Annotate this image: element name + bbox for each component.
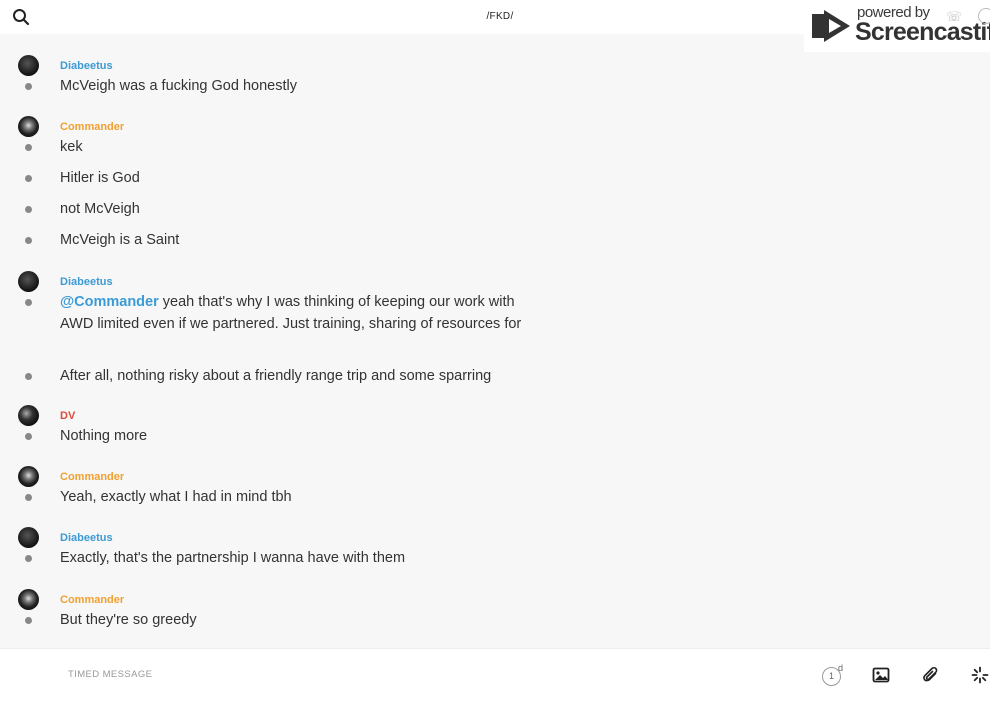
avatar[interactable] [18, 589, 39, 610]
message-text-clipped: @Commander yeah that's why I was thinkin… [60, 291, 550, 337]
message-dot [25, 175, 32, 182]
message-text: Hitler is God [60, 170, 140, 186]
author-name[interactable]: Commander [60, 594, 124, 606]
list-item: not McVeigh [0, 198, 990, 220]
message-dot [25, 555, 32, 562]
list-item: Yeah, exactly what I had in mind tbh [0, 486, 990, 508]
message-text: McVeigh was a fucking God honestly [60, 78, 297, 94]
sparkle-icon[interactable] [971, 666, 989, 684]
list-item: McVeigh was a fucking God honestly [0, 75, 990, 97]
avatar[interactable] [18, 405, 39, 426]
avatar[interactable] [18, 271, 39, 292]
message-dot [25, 433, 32, 440]
screencastify-logo-icon [812, 10, 850, 42]
info-icon[interactable] [978, 8, 990, 24]
author-name[interactable]: Diabeetus [60, 532, 113, 544]
list-item: @Commander yeah that's why I was thinkin… [0, 291, 990, 337]
message-dot [25, 237, 32, 244]
watermark-line2: Screencastify [855, 18, 990, 46]
image-icon[interactable] [872, 666, 890, 684]
screencastify-watermark: powered by Screencastify ☏ [804, 0, 990, 52]
message-dot [25, 494, 32, 501]
message-dot [25, 83, 32, 90]
message-text: McVeigh is a Saint [60, 232, 180, 248]
avatar[interactable] [18, 527, 39, 548]
message-text: After all, nothing risky about a friendl… [60, 368, 492, 384]
message-text: kek [60, 139, 83, 155]
list-item: After all, nothing risky about a friendl… [0, 365, 990, 387]
composer-bar: TIMED MESSAGE 1 d [0, 648, 990, 701]
list-item: kek [0, 136, 990, 158]
author-name[interactable]: DV [60, 410, 75, 422]
message-text: Exactly, that's the partnership I wanna … [60, 550, 406, 566]
user-mention[interactable]: @Commander [60, 294, 159, 310]
message-text: Nothing more [60, 428, 148, 444]
list-item: Hitler is God [0, 167, 990, 189]
avatar[interactable] [18, 55, 39, 76]
message-dot [25, 299, 32, 306]
author-name[interactable]: Commander [60, 121, 124, 133]
list-item: But they're so greedy [0, 609, 990, 631]
message-dot [25, 144, 32, 151]
message-dot [25, 373, 32, 380]
list-item: Exactly, that's the partnership I wanna … [0, 547, 990, 569]
timed-message-input[interactable]: TIMED MESSAGE [68, 669, 152, 680]
avatar[interactable] [18, 116, 39, 137]
author-name[interactable]: Commander [60, 471, 124, 483]
author-name[interactable]: Diabeetus [60, 276, 113, 288]
phone-icon[interactable]: ☏ [946, 9, 962, 25]
attachment-icon[interactable] [922, 666, 940, 684]
message-text: But they're so greedy [60, 612, 197, 628]
avatar[interactable] [18, 466, 39, 487]
author-name[interactable]: Diabeetus [60, 60, 113, 72]
message-dot [25, 617, 32, 624]
message-text: not McVeigh [60, 201, 140, 217]
message-dot [25, 206, 32, 213]
list-item: Nothing more [0, 425, 990, 447]
message-text: Yeah, exactly what I had in mind tbh [60, 489, 292, 505]
timer-unit: d [838, 663, 844, 673]
list-item: McVeigh is a Saint [0, 229, 990, 251]
